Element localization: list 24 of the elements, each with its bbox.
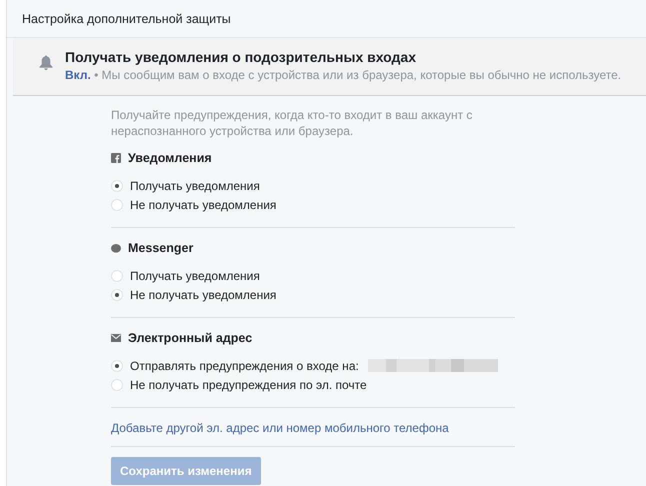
section-heading: Messenger xyxy=(128,241,194,255)
radio-button[interactable] xyxy=(111,198,123,210)
section-heading: Уведомления xyxy=(128,151,212,165)
setting-title: Получать уведомления о подозрительных входах xyxy=(65,49,417,65)
option-label[interactable]: Не получать уведомления xyxy=(130,288,276,302)
radio-button[interactable] xyxy=(111,180,123,192)
setting-description: Вкл. • Мы сообщим вам о входе с устройства или из браузера, которые вы обычно не используете. xyxy=(65,68,622,82)
option-label[interactable]: Не получать предупреждения по эл. почте xyxy=(130,378,367,392)
facebook-icon xyxy=(111,153,121,163)
page-title: Настройка дополнительной защиты xyxy=(22,12,231,26)
radio-button[interactable] xyxy=(111,288,123,300)
option-label[interactable]: Получать уведомления xyxy=(130,268,260,282)
section-heading: Электронный адрес xyxy=(128,331,252,345)
envelope-icon xyxy=(111,334,121,342)
option-label[interactable]: Отправлять предупреждения о входе на: xyxy=(130,358,359,372)
add-contact-link[interactable]: Добавьте другой эл. адрес или номер мобильного телефона xyxy=(111,421,449,435)
radio-button[interactable] xyxy=(111,378,123,390)
bell-icon xyxy=(39,55,53,70)
radio-button[interactable] xyxy=(111,270,123,282)
option-label[interactable]: Не получать уведомления xyxy=(130,198,276,212)
chat-bubble-icon xyxy=(111,244,121,252)
option-label[interactable]: Получать уведомления xyxy=(130,178,260,192)
radio-button[interactable] xyxy=(111,360,123,372)
intro-text: Получайте предупреждения, когда кто-то входит в ваш аккаунт с нераспознанного устройства или браузера. xyxy=(111,107,474,139)
